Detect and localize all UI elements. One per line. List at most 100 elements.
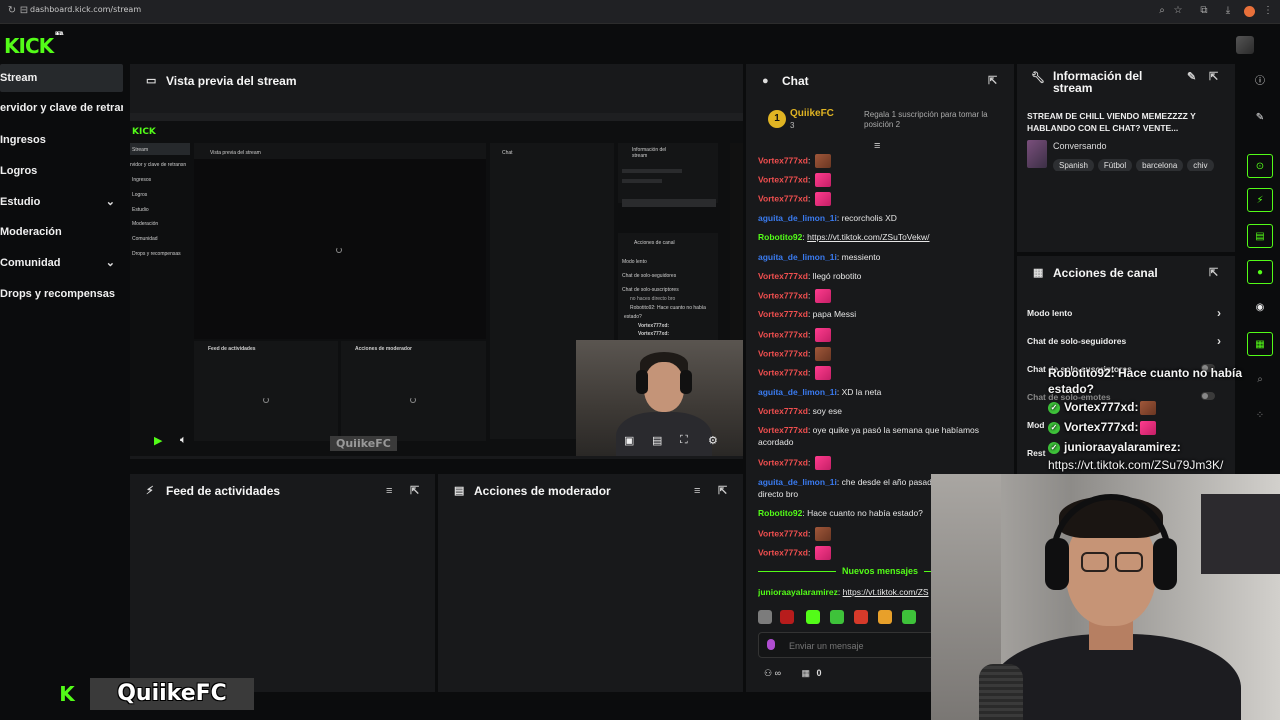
- chat-username[interactable]: Vortex777xd: [758, 271, 808, 281]
- chat-username[interactable]: aguita_de_limon_1i: [758, 477, 837, 487]
- chat-username[interactable]: Vortex777xd: [758, 193, 808, 203]
- fullscreen-icon[interactable]: ⛶: [680, 434, 688, 447]
- kick-logo[interactable]: KICKBETA: [4, 31, 63, 58]
- zoom-icon[interactable]: ⌕: [1156, 5, 1168, 17]
- popout-icon[interactable]: ⇱: [1209, 256, 1218, 290]
- chat-message: directo bro: [758, 488, 938, 500]
- chat-username[interactable]: Vortex777xd: [758, 309, 808, 319]
- address-bar[interactable]: dashboard.kick.com/stream: [30, 5, 141, 14]
- emote-icon[interactable]: [854, 610, 868, 624]
- chat-username[interactable]: Vortex777xd: [758, 155, 808, 165]
- sidebar-item-comunidad[interactable]: Comunidad ⌄: [0, 249, 123, 277]
- user-avatar[interactable]: [1236, 36, 1254, 54]
- chat-filter-icon[interactable]: ≡: [874, 140, 880, 152]
- emote-icon[interactable]: [830, 610, 844, 624]
- tag-list: Spanish Fútbol barcelona chiv: [1053, 155, 1233, 171]
- chat-username[interactable]: junioraayalaramirez: [758, 587, 838, 597]
- loading-spinner-icon: [336, 247, 342, 253]
- chat-username[interactable]: Vortex777xd: [758, 174, 808, 184]
- chat-link[interactable]: https://vt.tiktok.com/ZS: [843, 587, 929, 597]
- clip-icon[interactable]: ▣: [624, 434, 634, 447]
- emote-icon[interactable]: [806, 610, 820, 624]
- chat-message: aguita_de_limon_1i: che desde el año pas…: [758, 477, 932, 487]
- popout-icon[interactable]: ⇱: [718, 474, 727, 508]
- gifter-name: QuiikeFC: [790, 108, 834, 119]
- chat-username[interactable]: Robotito92: [758, 508, 802, 518]
- infinity-icon[interactable]: ⚇ ∞: [764, 668, 781, 678]
- menu-dots-icon[interactable]: ⋮: [1262, 5, 1274, 17]
- inner-chat-title: Chat: [502, 150, 513, 156]
- monitor-icon: ▭: [146, 75, 157, 87]
- chat-username[interactable]: Vortex777xd: [758, 348, 808, 358]
- emote-icon[interactable]: [758, 610, 772, 624]
- sidebar-item-server-key[interactable]: ervidor y clave de retransn: [0, 94, 123, 122]
- site-info-icon[interactable]: ⊟: [18, 5, 30, 17]
- chat-username[interactable]: aguita_de_limon_1i: [758, 252, 837, 262]
- sidebar-item-moderacion[interactable]: Moderación: [0, 218, 123, 246]
- gift-icon[interactable]: ▦: [802, 668, 811, 678]
- chat-username[interactable]: Vortex777xd: [758, 528, 808, 538]
- inner-sidebar-item: Stream: [132, 147, 149, 153]
- edit-pencil-icon[interactable]: ✎: [1187, 70, 1196, 84]
- bookmark-star-icon[interactable]: ☆: [1172, 5, 1184, 17]
- chat-username[interactable]: Vortex777xd: [758, 329, 808, 339]
- chat-username[interactable]: Robotito92: [758, 232, 802, 242]
- popout-icon[interactable]: ⇱: [1209, 70, 1218, 84]
- profile-icon[interactable]: [1244, 6, 1255, 17]
- lightning-icon[interactable]: ⚡︎: [1247, 188, 1273, 212]
- play-icon[interactable]: ▶: [154, 434, 162, 447]
- edit-pencil-icon[interactable]: ✎: [1247, 106, 1273, 130]
- reload-icon[interactable]: ↻: [6, 5, 18, 17]
- inner-overlay-line: Vortex777xd:: [638, 331, 670, 337]
- chat-pinned-gifter[interactable]: 1 QuiikeFC 3 Regala 1 suscripción para t…: [762, 106, 1004, 136]
- emote-icon: [814, 527, 831, 541]
- popout-icon[interactable]: ⇱: [988, 64, 997, 98]
- extensions-icon[interactable]: ⧉: [1198, 5, 1210, 17]
- settings-gear-icon[interactable]: ⚙: [708, 434, 718, 447]
- category-thumbnail: [1027, 140, 1047, 168]
- panel-header: 🔧︎ Información del stream ✎ ⇱: [1017, 64, 1235, 98]
- sidebar-item-estudio[interactable]: Estudio ⌄: [0, 188, 123, 216]
- target-icon[interactable]: ⊙: [1247, 154, 1273, 178]
- chat-link[interactable]: https://vt.tiktok.com/ZSuToVekw/: [807, 232, 929, 242]
- filter-icon[interactable]: ≡: [386, 474, 392, 508]
- chat-username[interactable]: Vortex777xd: [758, 367, 808, 377]
- chat-username[interactable]: Vortex777xd: [758, 406, 808, 416]
- chat-text: XD la neta: [841, 387, 882, 397]
- chat-username[interactable]: aguita_de_limon_1i: [758, 387, 837, 397]
- filter-icon[interactable]: ≡: [694, 474, 700, 508]
- panel-title: Información del stream: [1053, 69, 1143, 95]
- emote-icon[interactable]: [902, 610, 916, 624]
- emote-icon[interactable]: [878, 610, 892, 624]
- info-icon[interactable]: ⓘ: [1247, 70, 1273, 94]
- chat-username[interactable]: Vortex777xd: [758, 290, 808, 300]
- sidebar-item-logros[interactable]: Logros: [0, 157, 123, 185]
- stream-category[interactable]: Conversando: [1053, 141, 1107, 151]
- chat-bubble-icon[interactable]: ●: [1247, 260, 1273, 284]
- chat-message: Vortex777xd:: [758, 347, 938, 361]
- sidebar-item-drops[interactable]: Drops y recompensas: [0, 280, 123, 308]
- panel-header: ▤ Acciones de moderador ≡ ⇱: [438, 474, 743, 508]
- headset-icon: [1153, 538, 1177, 590]
- action-slow-mode[interactable]: Modo lento ›: [1027, 306, 1227, 320]
- sidebar-item-ingresos[interactable]: Ingresos: [0, 126, 123, 154]
- chat-username[interactable]: Vortex777xd: [758, 457, 808, 467]
- chat-message: Vortex777xd:: [758, 289, 938, 303]
- popout-icon[interactable]: ⇱: [410, 474, 419, 508]
- chat-text: soy ese: [812, 406, 842, 416]
- chat-bubble-icon: ●: [762, 75, 769, 87]
- action-followers-only[interactable]: Chat de solo-seguidores ›: [1027, 334, 1227, 348]
- chat-username[interactable]: aguita_de_limon_1i: [758, 213, 837, 223]
- download-icon[interactable]: ⤓: [1222, 5, 1234, 17]
- volume-icon[interactable]: 🔈︎: [180, 434, 187, 447]
- document-icon[interactable]: ▤: [1247, 224, 1273, 248]
- microphone-icon[interactable]: [767, 639, 775, 650]
- layout-icon[interactable]: ▦: [1247, 332, 1273, 356]
- chat-username[interactable]: Vortex777xd: [758, 547, 808, 557]
- emote-icon[interactable]: [780, 610, 794, 624]
- broadcast-icon[interactable]: ◉: [1247, 296, 1273, 320]
- chat-username[interactable]: Vortex777xd: [758, 425, 808, 435]
- theater-mode-icon[interactable]: ▤: [652, 434, 662, 447]
- chat-text: acordado: [758, 437, 794, 447]
- sidebar-item-stream[interactable]: Stream: [0, 64, 123, 92]
